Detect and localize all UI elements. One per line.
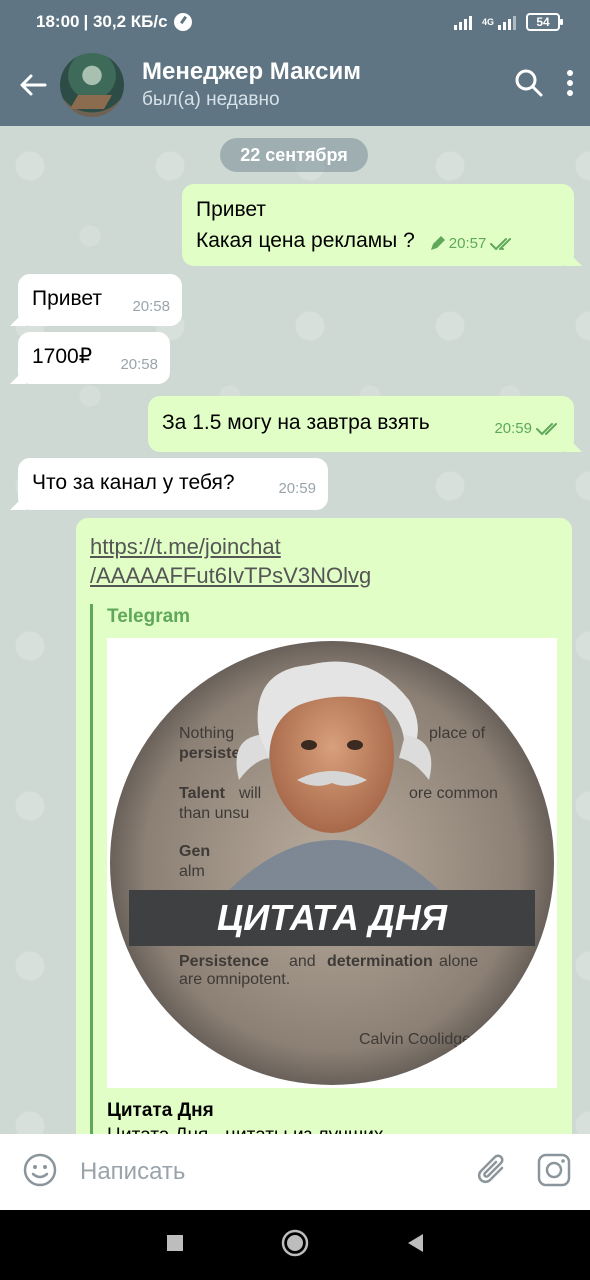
quote-text: alm — [179, 863, 205, 880]
battery-level: 54 — [536, 15, 550, 29]
status-time: 18:00 — [36, 12, 80, 31]
message-input-bar: Написать — [0, 1134, 590, 1210]
message-outgoing-link[interactable]: https://t.me/joinchat /AAAAAFFut6IvTPsV3… — [76, 518, 572, 1134]
quote-text: persiste — [179, 745, 240, 762]
message-text: Какая цена рекламы ? — [196, 229, 415, 252]
system-nav-bar — [0, 1210, 590, 1280]
message-text: Привет — [196, 198, 267, 221]
more-vertical-icon[interactable] — [566, 69, 574, 102]
search-icon[interactable] — [514, 68, 544, 103]
message-incoming[interactable]: Привет 20:58 — [18, 274, 182, 326]
status-bar: 18:00 | 30,2 КБ/с 4G 54 — [0, 0, 590, 44]
nav-back-icon[interactable] — [405, 1232, 425, 1259]
message-input[interactable]: Написать — [80, 1158, 185, 1186]
chat-header: Менеджер Максим был(а) недавно — [0, 44, 590, 126]
nav-square-icon[interactable] — [165, 1233, 185, 1258]
quote-text: Gen — [179, 843, 210, 860]
image-banner-text: ЦИТАТА ДНЯ — [217, 897, 448, 938]
quote-text: than unsu — [179, 805, 249, 822]
emoji-icon[interactable] — [22, 1152, 58, 1193]
quote-text: Talent — [179, 785, 226, 802]
message-time: 20:59 — [494, 420, 532, 437]
double-check-icon — [536, 423, 557, 436]
date-separator: 22 сентября — [220, 138, 368, 172]
message-outgoing[interactable]: Привет Какая цена рекламы ? 20:57 — [182, 184, 574, 266]
signal-icon-2 — [498, 14, 516, 30]
quote-text: will — [238, 785, 261, 802]
contact-name: Менеджер Максим — [142, 58, 361, 85]
attach-icon[interactable] — [476, 1152, 510, 1193]
message-text: Что за канал у тебя? — [32, 471, 235, 494]
message-time: 20:58 — [132, 298, 170, 315]
contact-status: был(а) недавно — [142, 89, 280, 110]
pencil-icon — [430, 236, 445, 250]
message-text: 1700₽ — [32, 345, 93, 368]
quote-text: place of — [429, 725, 486, 742]
status-speed: | 30,2 КБ/с — [83, 12, 168, 31]
preview-site-name: Telegram — [107, 606, 191, 627]
quote-of-day-image: Nothing persiste Talent will ore common … — [110, 641, 554, 1085]
network-type: 4G — [481, 16, 494, 27]
chat-title[interactable]: Менеджер Максим был(а) недавно — [142, 57, 361, 113]
double-check-icon — [490, 238, 512, 251]
preview-description: Цитата Дня - цитаты из лучших — [107, 1124, 558, 1134]
message-incoming[interactable]: 1700₽ 20:58 — [18, 332, 170, 384]
message-outgoing[interactable]: За 1.5 могу на завтра взять 20:59 — [148, 396, 574, 452]
quote-text: ore common — [409, 785, 498, 802]
data-saver-icon — [173, 13, 192, 31]
message-time: 20:57 — [448, 235, 487, 252]
link-url-line: https://t.me/joinchat — [90, 534, 281, 559]
message-text: За 1.5 могу на завтра взять — [162, 411, 430, 434]
nav-home-icon[interactable] — [281, 1229, 309, 1262]
link-url-line: /AAAAAFFut6IvTPsV3NOlvg — [90, 563, 372, 588]
quote-text: determination — [327, 953, 433, 970]
battery-icon: 54 — [526, 13, 563, 31]
message-incoming[interactable]: Что за канал у тебя? 20:59 — [18, 458, 328, 510]
signal-icon — [453, 14, 472, 30]
message-time: 20:58 — [120, 356, 158, 373]
camera-icon[interactable] — [536, 1152, 572, 1193]
avatar[interactable] — [60, 53, 124, 117]
link-preview[interactable]: Telegram Nothing persiste Talent will or… — [90, 604, 558, 1134]
back-arrow-icon[interactable] — [16, 68, 50, 102]
quote-text: are omnipotent. — [179, 971, 290, 988]
message-time: 20:59 — [278, 480, 316, 497]
message-text: Привет — [32, 287, 103, 310]
quote-text: alone — [439, 953, 478, 970]
chat-area[interactable]: 22 сентября Привет Какая цена рекламы ? … — [0, 126, 590, 1134]
preview-title: Цитата Дня — [107, 1100, 214, 1121]
quote-text: Nothing — [179, 725, 234, 742]
preview-image[interactable]: Nothing persiste Talent will ore common … — [107, 638, 557, 1088]
quote-text: and — [289, 953, 316, 970]
link-url[interactable]: https://t.me/joinchat /AAAAAFFut6IvTPsV3… — [90, 532, 558, 590]
quote-text: Persistence — [179, 953, 269, 970]
quote-text: Calvin Coolidge — [359, 1031, 471, 1048]
